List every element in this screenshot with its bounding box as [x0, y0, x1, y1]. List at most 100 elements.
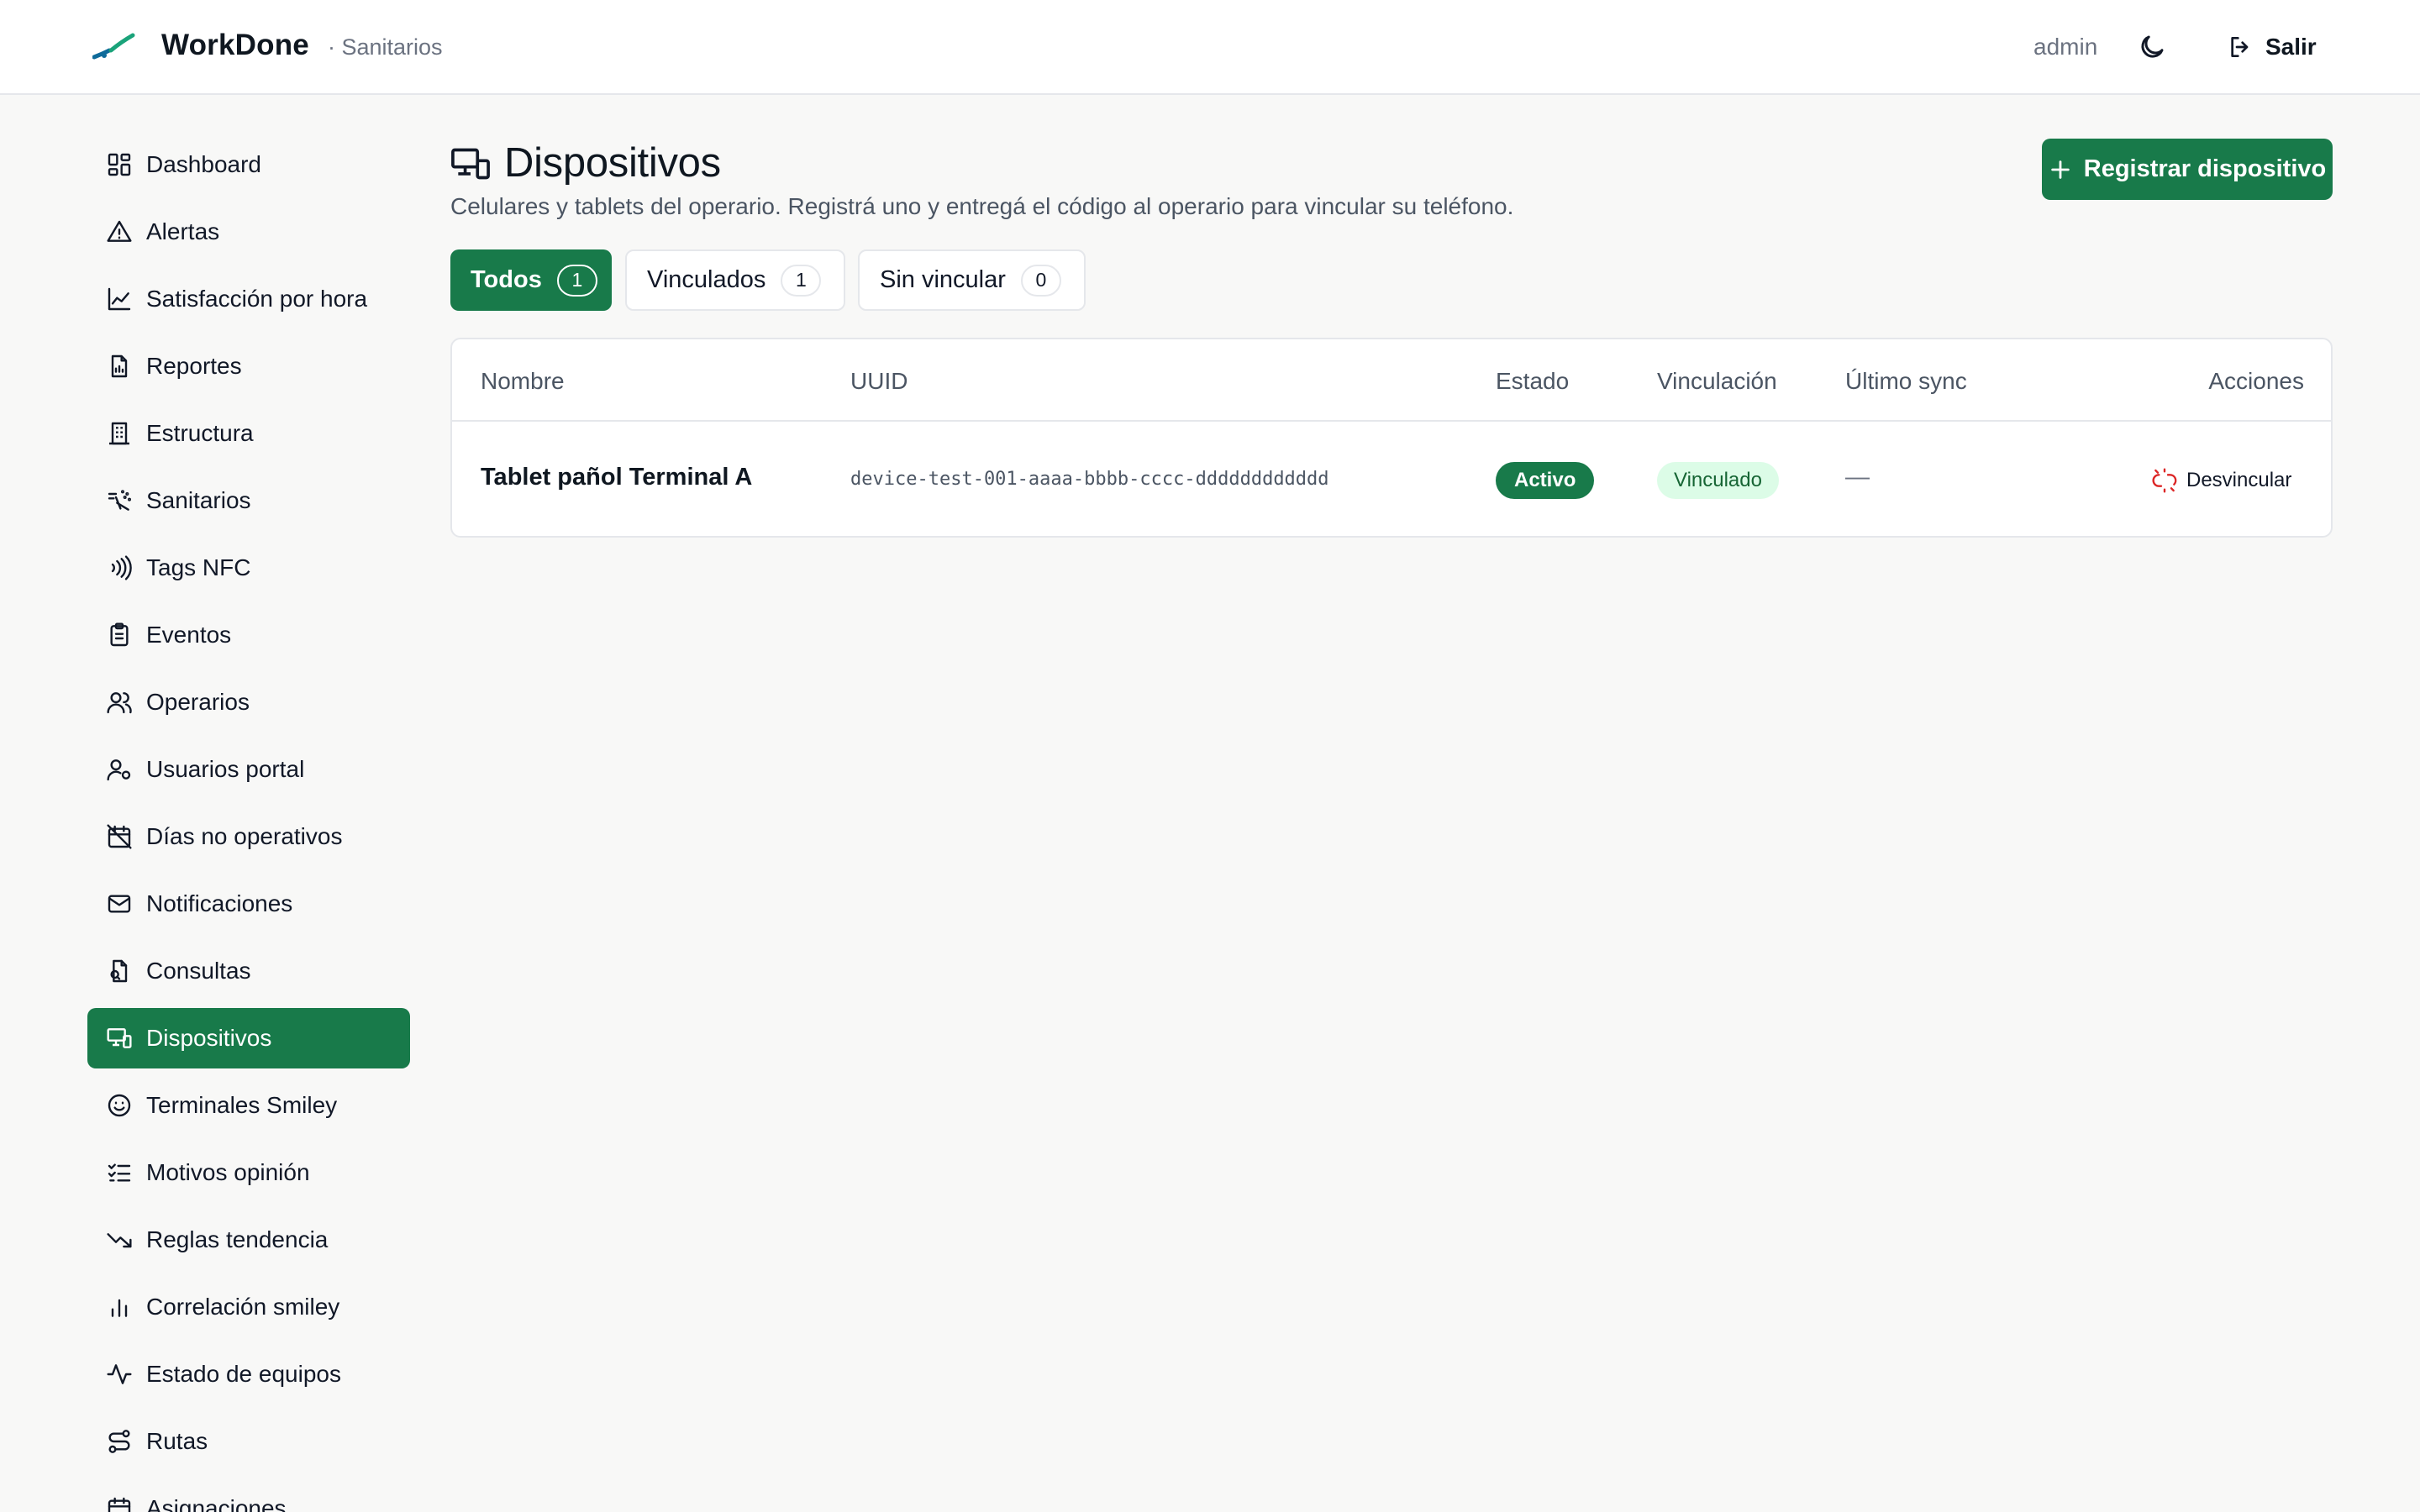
unlink-button[interactable]: Desvincular	[2141, 455, 2302, 506]
sidebar-item-dispositivos[interactable]: Dispositivos	[87, 1008, 410, 1068]
devices-table: Nombre UUID Estado Vinculación Último sy…	[450, 338, 2333, 538]
last-sync: —	[1845, 464, 1870, 491]
logout-label: Salir	[2265, 34, 2317, 60]
top-bar: WorkDone · Sanitarios admin Salir	[0, 0, 2420, 95]
clipboard-list-icon	[110, 622, 129, 647]
app-name: WorkDone	[161, 29, 309, 61]
app-section: · Sanitarios	[328, 34, 443, 60]
sidebar-item-consultas[interactable]: Consultas	[87, 941, 410, 1001]
logout-button[interactable]: Salir	[2218, 25, 2325, 69]
tab-vinculados[interactable]: Vinculados 1	[625, 249, 845, 311]
nfc-icon	[111, 555, 132, 580]
sidebar-item-label: Tags NFC	[146, 554, 251, 580]
line-chart-icon	[108, 287, 131, 311]
page-description: Celulares y tablets del operario. Regist…	[450, 193, 1514, 219]
moon-icon[interactable]	[2137, 32, 2167, 62]
register-device-button[interactable]: Registrar dispositivo	[2042, 139, 2333, 200]
calendar-off-icon	[107, 824, 132, 849]
calendar-icon	[108, 1497, 131, 1512]
tab-label: Vinculados	[647, 266, 766, 293]
sidebar-item-dashboard[interactable]: Dashboard	[87, 134, 410, 195]
column-header-vinculacion: Vinculación	[1657, 368, 1777, 394]
devices-icon	[107, 1028, 132, 1048]
sidebar-item-label: Consultas	[146, 958, 251, 984]
device-uuid: device-test-001-aaaa-bbbb-cccc-ddddddddd…	[850, 469, 1329, 490]
sidebar-item-notificaciones[interactable]: Notificaciones	[87, 874, 410, 934]
user-cog-icon	[107, 759, 131, 781]
sidebar-item-label: Dashboard	[146, 151, 261, 177]
smiley-icon	[108, 1094, 131, 1117]
table-row: Tablet pañol Terminal A device-test-001-…	[452, 422, 2331, 536]
status-badge: Activo	[1496, 462, 1595, 499]
tab-todos[interactable]: Todos 1	[450, 249, 612, 311]
sidebar-item-dias-no-operativos[interactable]: Días no operativos	[87, 806, 410, 867]
plus-icon	[2051, 160, 2070, 179]
sidebar-item-satisfaccion[interactable]: Satisfacción por hora	[87, 269, 410, 329]
dashboard-icon	[108, 153, 131, 176]
sidebar-item-label: Estado de equipos	[146, 1361, 341, 1387]
column-header-nombre: Nombre	[481, 368, 565, 394]
sidebar-item-operarios[interactable]: Operarios	[87, 672, 410, 732]
broken-link-icon	[2152, 468, 2177, 493]
tab-count-badge: 1	[556, 264, 597, 297]
sidebar-item-alertas[interactable]: Alertas	[87, 202, 410, 262]
sidebar-item-label: Rutas	[146, 1428, 208, 1454]
sidebar-item-label: Operarios	[146, 689, 250, 715]
sidebar-item-motivos-opinion[interactable]: Motivos opinión	[87, 1142, 410, 1203]
report-file-icon	[111, 354, 128, 378]
device-name: Tablet pañol Terminal A	[481, 464, 753, 491]
list-checks-icon	[108, 1163, 131, 1182]
activity-icon	[107, 1364, 132, 1384]
sidebar-item-tags-nfc[interactable]: Tags NFC	[87, 538, 410, 598]
spray-icon	[108, 490, 131, 511]
sidebar-item-rutas[interactable]: Rutas	[87, 1411, 410, 1472]
sidebar-item-eventos[interactable]: Eventos	[87, 605, 410, 665]
sidebar-item-terminales-smiley[interactable]: Terminales Smiley	[87, 1075, 410, 1136]
devices-icon	[451, 148, 490, 180]
sidebar-item-label: Notificaciones	[146, 890, 293, 916]
unlink-label: Desvincular	[2186, 469, 2292, 491]
column-header-uuid: UUID	[850, 368, 908, 394]
sidebar-item-estado-de-equipos[interactable]: Estado de equipos	[87, 1344, 410, 1404]
sidebar-item-label: Estructura	[146, 420, 254, 446]
sidebar-item-label: Alertas	[146, 218, 220, 244]
sidebar-item-estructura[interactable]: Estructura	[87, 403, 410, 464]
sidebar-item-asignaciones[interactable]: Asignaciones	[87, 1478, 410, 1512]
sidebar-item-label: Correlación smiley	[146, 1294, 340, 1320]
sidebar-item-label: Dispositivos	[146, 1025, 272, 1051]
sidebar-item-label: Reportes	[146, 353, 242, 379]
column-header-estado: Estado	[1496, 368, 1570, 394]
sidebar-item-label: Asignaciones	[146, 1495, 287, 1512]
sidebar-item-label: Días no operativos	[146, 823, 343, 849]
sidebar-item-label: Usuarios portal	[146, 756, 305, 782]
sidebar-item-label: Reglas tendencia	[146, 1226, 329, 1252]
tab-count-badge: 1	[781, 264, 822, 297]
sidebar-item-reportes[interactable]: Reportes	[87, 336, 410, 396]
alert-triangle-icon	[107, 220, 132, 242]
trending-down-icon	[107, 1233, 132, 1248]
tab-sin-vincular[interactable]: Sin vincular 0	[858, 249, 1086, 311]
register-device-label: Registrar dispositivo	[2083, 155, 2327, 182]
tab-count-badge: 0	[1020, 264, 1061, 297]
sidebar-item-correlacion-smiley[interactable]: Correlación smiley	[87, 1277, 410, 1337]
workdone-logo-icon	[92, 33, 135, 60]
sidebar-item-label: Satisfacción por hora	[146, 286, 368, 312]
sidebar-item-label: Sanitarios	[146, 487, 251, 513]
link-status-badge: Vinculado	[1657, 462, 1779, 499]
sidebar-item-sanitarios[interactable]: Sanitarios	[87, 470, 410, 531]
tab-label: Sin vincular	[880, 266, 1006, 293]
sidebar-item-label: Terminales Smiley	[146, 1092, 338, 1118]
current-user: admin	[2033, 34, 2098, 60]
sidebar-item-label: Eventos	[146, 622, 232, 648]
mail-icon	[108, 895, 131, 913]
page-title: Dispositivos	[504, 140, 721, 186]
users-icon	[107, 692, 132, 714]
table-header: Nombre UUID Estado Vinculación Último sy…	[452, 339, 2331, 422]
building-icon	[109, 422, 129, 445]
sidebar-item-usuarios-portal[interactable]: Usuarios portal	[87, 739, 410, 800]
route-icon	[108, 1430, 130, 1453]
sidebar-item-reglas-tendencia[interactable]: Reglas tendencia	[87, 1210, 410, 1270]
sidebar-item-label: Motivos opinión	[146, 1159, 310, 1185]
logout-icon	[2231, 37, 2249, 57]
column-header-ultimo-sync: Último sync	[1845, 368, 1967, 394]
